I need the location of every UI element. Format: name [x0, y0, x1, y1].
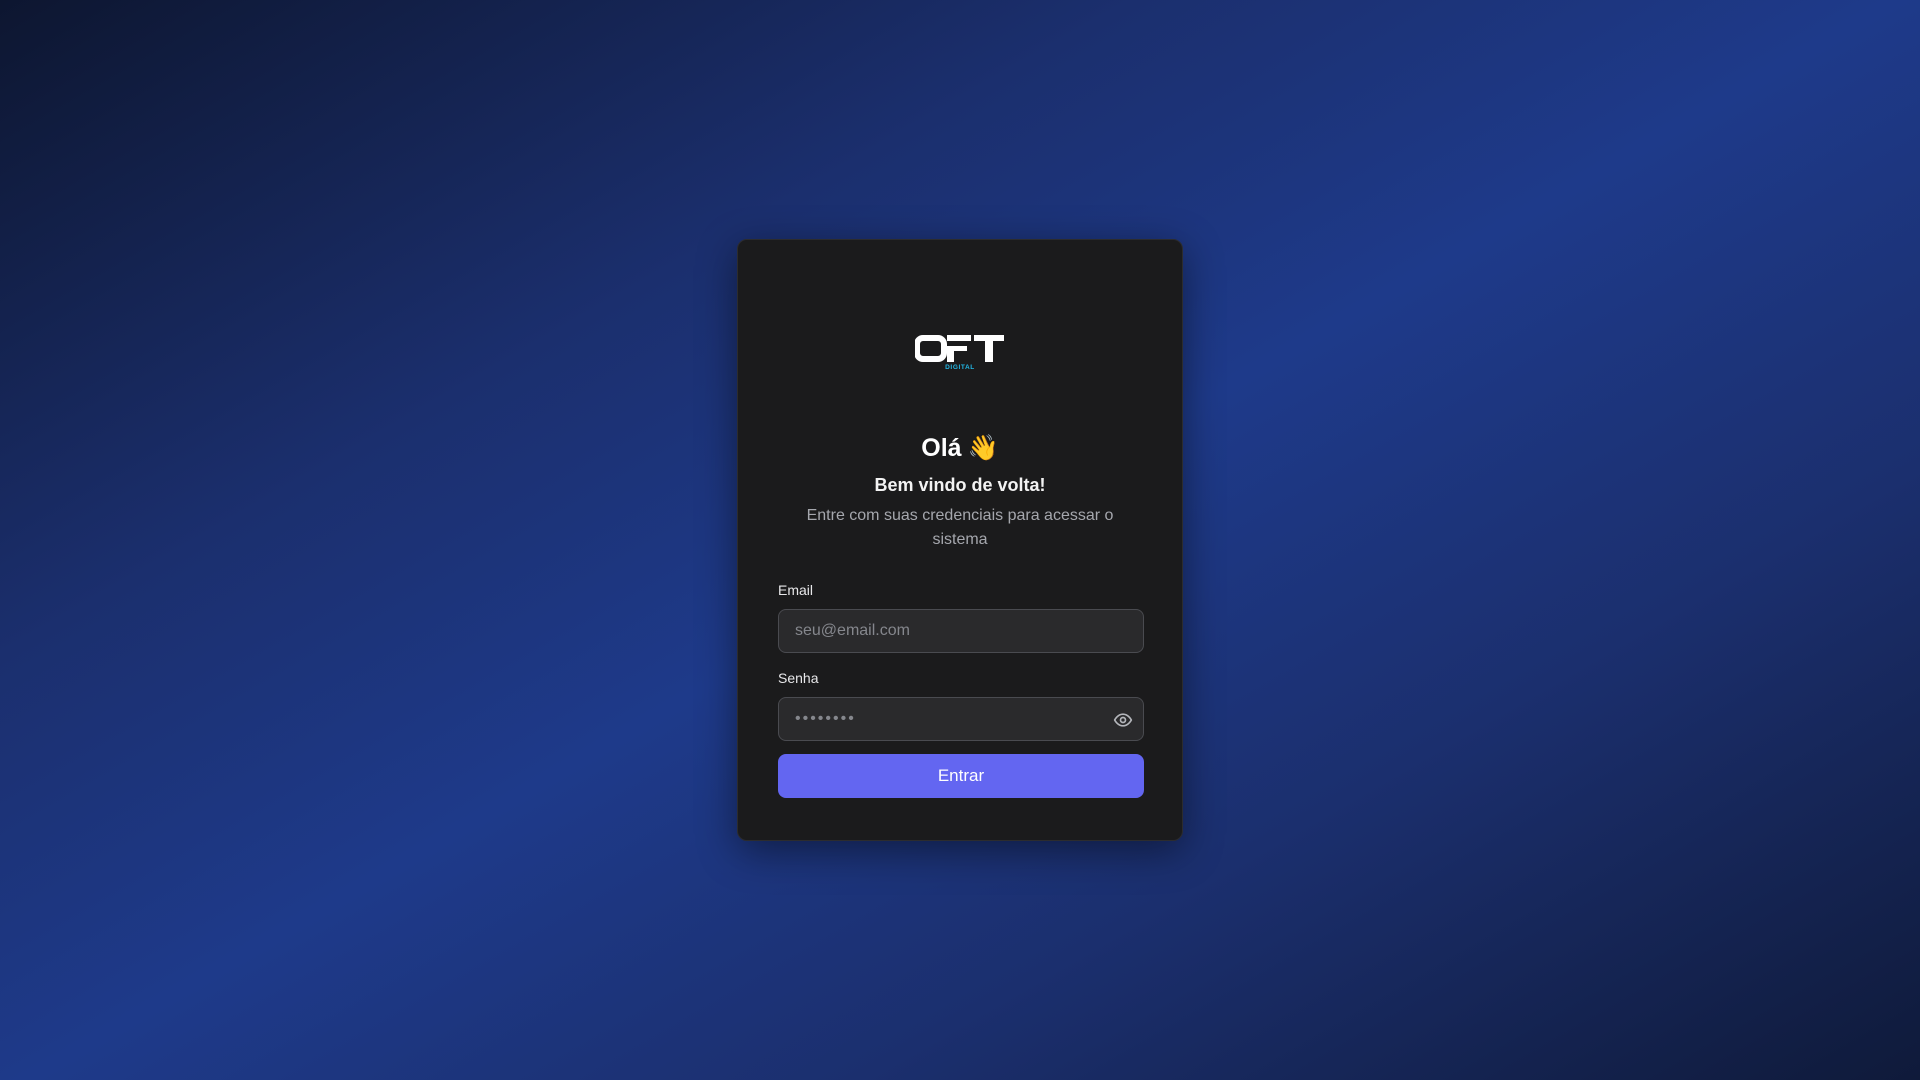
login-subtitle: Entre com suas credenciais para acessar … [806, 507, 1114, 548]
email-input[interactable] [779, 610, 1143, 652]
brand-logo: DIGITAL [738, 334, 1182, 370]
greeting-text: Olá [921, 434, 962, 462]
waving-hand-icon: 👋 [967, 434, 999, 462]
password-input[interactable] [779, 698, 1143, 740]
welcome-title: Bem vindo de volta! [874, 475, 1046, 495]
login-button[interactable]: Entrar [778, 754, 1144, 798]
oft-digital-logo-icon: DIGITAL [915, 335, 1004, 370]
greeting-heading: Olá 👋 [738, 432, 1182, 464]
svg-text:DIGITAL: DIGITAL [945, 364, 975, 370]
login-card: DIGITAL Olá 👋 Bem vindo de volta! Entre c… [737, 239, 1183, 841]
password-label: Senha [778, 670, 819, 686]
eye-icon[interactable] [1113, 710, 1133, 730]
password-field-container [778, 697, 1144, 741]
email-label: Email [778, 582, 814, 598]
email-field-container [778, 609, 1144, 653]
